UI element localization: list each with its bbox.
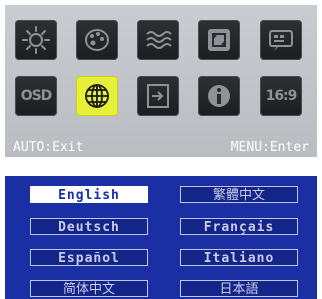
image-tile[interactable] (137, 20, 179, 60)
position-tile[interactable] (198, 20, 240, 60)
osd-footer: AUTO:Exit MENU:Enter (5, 139, 317, 157)
wave-image-icon (146, 31, 172, 49)
osd-tile[interactable]: OSD (15, 76, 57, 116)
language-option-japanese[interactable]: 日本語 (180, 280, 298, 297)
language-option-simplified-chinese[interactable]: 简体中文 (30, 280, 148, 297)
aspect-ratio-tile[interactable]: 16:9 (260, 76, 302, 116)
info-tile[interactable] (198, 76, 240, 116)
brightness-sun-icon (22, 26, 50, 54)
globe-language-icon (85, 84, 109, 108)
language-option-espanol[interactable]: Español (30, 249, 148, 266)
osd-icon: OSD (20, 88, 53, 104)
input-source-tile[interactable] (137, 76, 179, 116)
osd-main-menu: OSD 16:9 AUTO:Exit MENU:Enter (5, 5, 317, 157)
language-option-italiano[interactable]: Italiano (180, 249, 298, 266)
footer-exit-hint: AUTO:Exit (13, 140, 84, 155)
menu-settings-tile[interactable] (260, 20, 302, 60)
position-icon (208, 29, 230, 51)
language-tile[interactable] (76, 76, 118, 116)
color-palette-icon (85, 29, 109, 51)
language-option-francais[interactable]: Français (180, 218, 298, 235)
language-option-english[interactable]: English (30, 186, 148, 203)
aspect-ratio-icon: 16:9 (265, 88, 298, 104)
input-source-icon (147, 84, 169, 108)
language-option-traditional-chinese[interactable]: 繁體中文 (180, 186, 298, 203)
menu-settings-icon (269, 30, 293, 51)
brightness-tile[interactable] (15, 20, 57, 60)
language-menu: English 繁體中文 Deutsch Français Español It… (5, 176, 317, 299)
language-option-deutsch[interactable]: Deutsch (30, 218, 148, 235)
info-icon (208, 85, 230, 107)
color-tile[interactable] (76, 20, 118, 60)
footer-enter-hint: MENU:Enter (230, 140, 309, 155)
